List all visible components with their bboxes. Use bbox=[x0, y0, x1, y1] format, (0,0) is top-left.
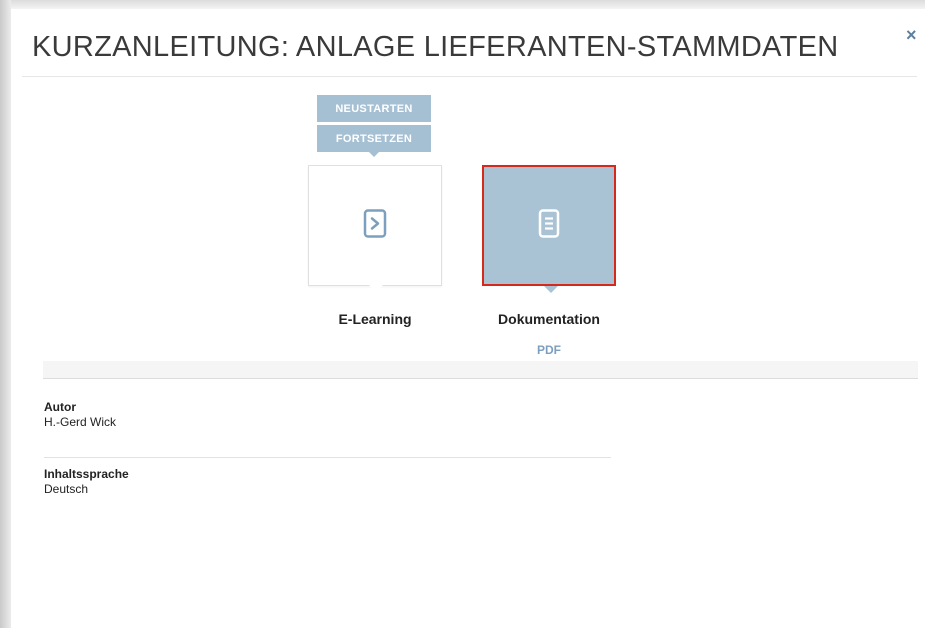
meta-divider bbox=[44, 457, 611, 458]
chevron-right-icon bbox=[363, 208, 387, 243]
elearning-actions: NEUSTARTEN FORTSETZEN bbox=[317, 95, 431, 155]
section-divider bbox=[43, 378, 918, 379]
close-icon[interactable]: × bbox=[906, 26, 920, 44]
documentation-card[interactable] bbox=[482, 165, 616, 293]
section-band bbox=[43, 361, 918, 378]
modal-title: KURZANLEITUNG: ANLAGE LIEFERANTEN-STAMMD… bbox=[32, 31, 839, 63]
document-icon bbox=[538, 208, 560, 243]
title-divider bbox=[22, 76, 917, 77]
continue-button[interactable]: FORTSETZEN bbox=[317, 125, 431, 152]
language-label: Inhaltssprache bbox=[44, 467, 129, 481]
pdf-link[interactable]: PDF bbox=[459, 343, 639, 357]
modal-dialog: KURZANLEITUNG: ANLAGE LIEFERANTEN-STAMMD… bbox=[11, 9, 925, 628]
window-left-edge bbox=[0, 0, 11, 628]
author-value: H.-Gerd Wick bbox=[44, 415, 116, 429]
language-value: Deutsch bbox=[44, 482, 89, 496]
restart-button[interactable]: NEUSTARTEN bbox=[317, 95, 431, 122]
card-pointer bbox=[544, 286, 558, 293]
elearning-card[interactable] bbox=[308, 165, 442, 293]
documentation-label: Dokumentation bbox=[498, 311, 600, 327]
card-pointer bbox=[368, 285, 384, 293]
elearning-label: E-Learning bbox=[338, 311, 412, 327]
window-top-edge bbox=[0, 0, 925, 9]
author-label: Autor bbox=[44, 400, 76, 414]
